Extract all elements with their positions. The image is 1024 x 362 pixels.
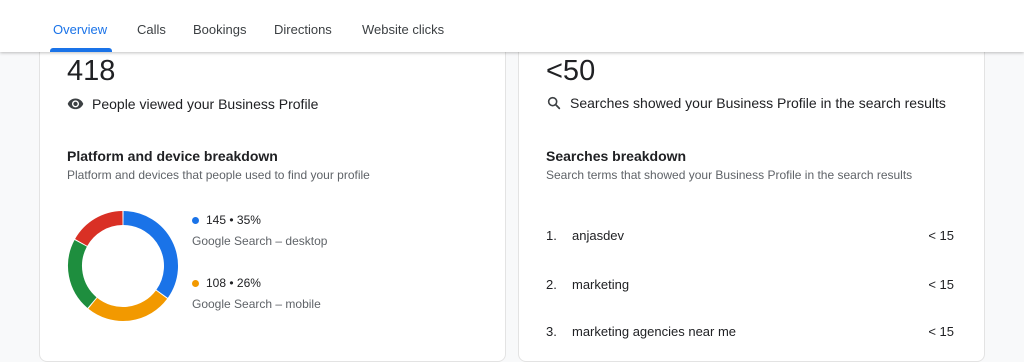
legend-value-mobile: 108 • 26% [206, 276, 261, 290]
searches-metric-label: Searches showed your Business Profile in… [570, 95, 946, 111]
legend-value-desktop: 145 • 35% [206, 213, 261, 227]
legend-dot-mobile [192, 279, 199, 287]
tab-bookings[interactable]: Bookings [193, 22, 246, 37]
eye-icon [67, 98, 84, 110]
search-icon [547, 96, 561, 110]
legend-item-mobile: 108 • 26% Google Search – mobile [192, 276, 321, 311]
legend-label-mobile: Google Search – mobile [192, 297, 321, 311]
search-rank: 3. [546, 324, 557, 339]
search-rank: 2. [546, 277, 557, 292]
views-count: 418 [67, 55, 116, 87]
tab-bar: Overview Calls Bookings Directions Websi… [0, 0, 1024, 52]
search-term: anjasdev [572, 228, 625, 243]
search-count: < 15 [928, 277, 954, 292]
views-metric-label: People viewed your Business Profile [92, 95, 319, 112]
legend-label-desktop: Google Search – desktop [192, 234, 328, 248]
searches-count: <50 [546, 55, 596, 87]
search-rank: 1. [546, 228, 557, 243]
searches-breakdown-title: Searches breakdown [546, 148, 687, 164]
tab-calls[interactable]: Calls [137, 22, 166, 37]
searches-metric: Searches showed your Business Profile in… [546, 95, 946, 111]
search-term: marketing [572, 277, 630, 292]
tab-website-clicks[interactable]: Website clicks [362, 22, 444, 37]
donut-slice-0 [123, 211, 178, 298]
platform-donut-chart [68, 211, 178, 321]
platform-breakdown-subtitle: Platform and devices that people used to… [67, 168, 370, 182]
platform-breakdown-title: Platform and device breakdown [67, 148, 278, 164]
active-tab-indicator [50, 48, 112, 52]
donut-slice-2 [68, 240, 97, 309]
searches-card [518, 40, 985, 362]
search-term: marketing agencies near me [572, 324, 737, 339]
legend-item-desktop: 145 • 35% Google Search – desktop [192, 213, 327, 248]
legend-dot-desktop [192, 216, 199, 224]
tab-directions[interactable]: Directions [274, 22, 332, 37]
searches-breakdown-subtitle: Search terms that showed your Business P… [546, 168, 913, 182]
search-count: < 15 [928, 228, 954, 243]
donut-slice-3 [75, 211, 123, 247]
tab-overview[interactable]: Overview [53, 22, 107, 37]
search-count: < 15 [928, 324, 954, 339]
donut-slice-1 [88, 290, 168, 321]
views-metric: People viewed your Business Profile [67, 95, 318, 112]
